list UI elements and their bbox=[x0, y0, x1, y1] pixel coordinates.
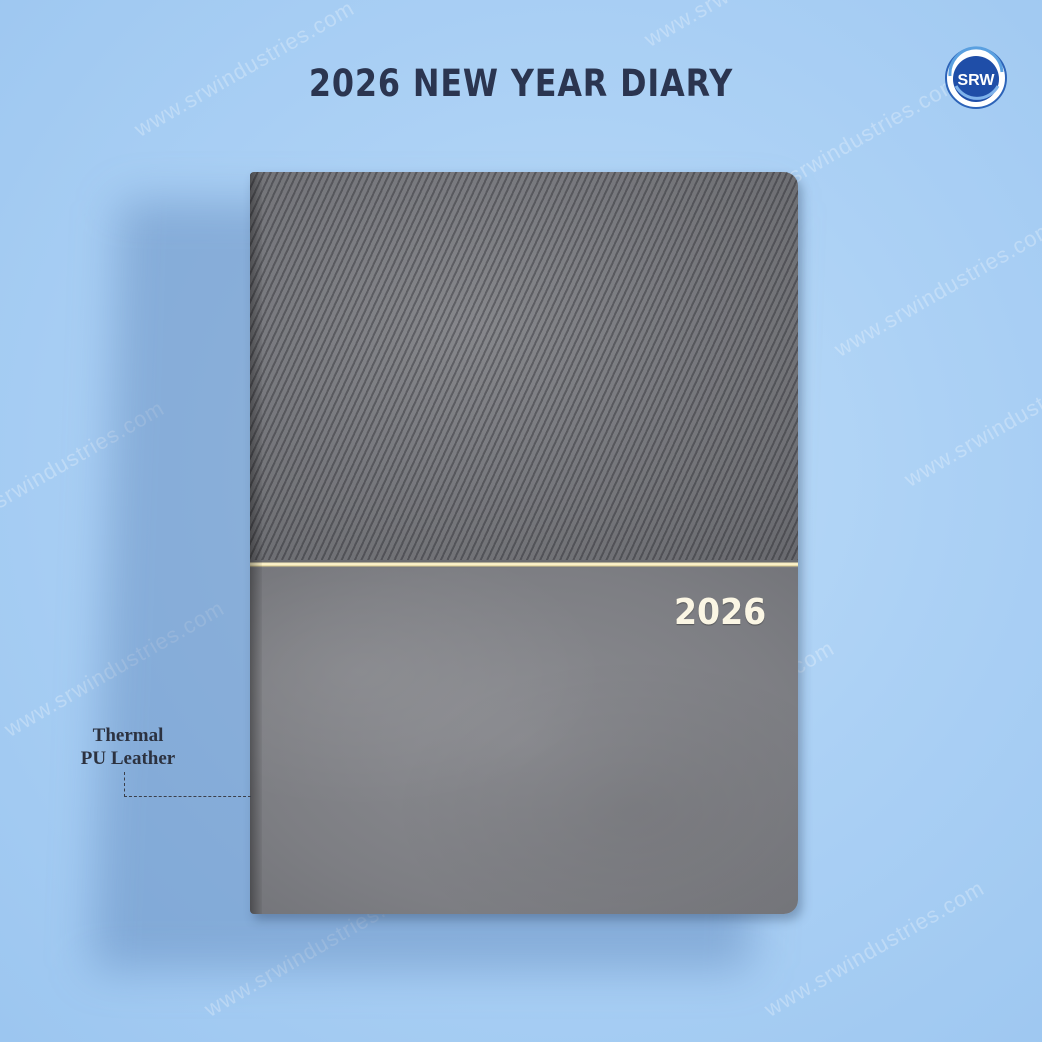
material-callout: Thermal PU Leather bbox=[68, 724, 188, 770]
diary-spine-edge bbox=[250, 172, 262, 914]
callout-pointer-line bbox=[124, 772, 251, 797]
logo-text: SRW bbox=[957, 72, 995, 89]
watermark-text: www.srwindustries.com bbox=[640, 0, 869, 53]
callout-line-1: Thermal bbox=[92, 725, 164, 746]
diary-cover: 2026 bbox=[250, 172, 798, 914]
gold-band bbox=[250, 560, 798, 568]
srw-logo: SRW bbox=[945, 46, 1007, 109]
cover-year: 2026 bbox=[674, 592, 767, 633]
watermark-text: www.srwindustries.com bbox=[900, 345, 1042, 492]
page-title: 2026 NEW YEAR DIARY bbox=[308, 62, 734, 105]
diary-top-panel bbox=[250, 172, 798, 560]
callout-line-2: PU Leather bbox=[80, 748, 176, 769]
watermark-text: www.srwindustries.com bbox=[830, 215, 1042, 362]
